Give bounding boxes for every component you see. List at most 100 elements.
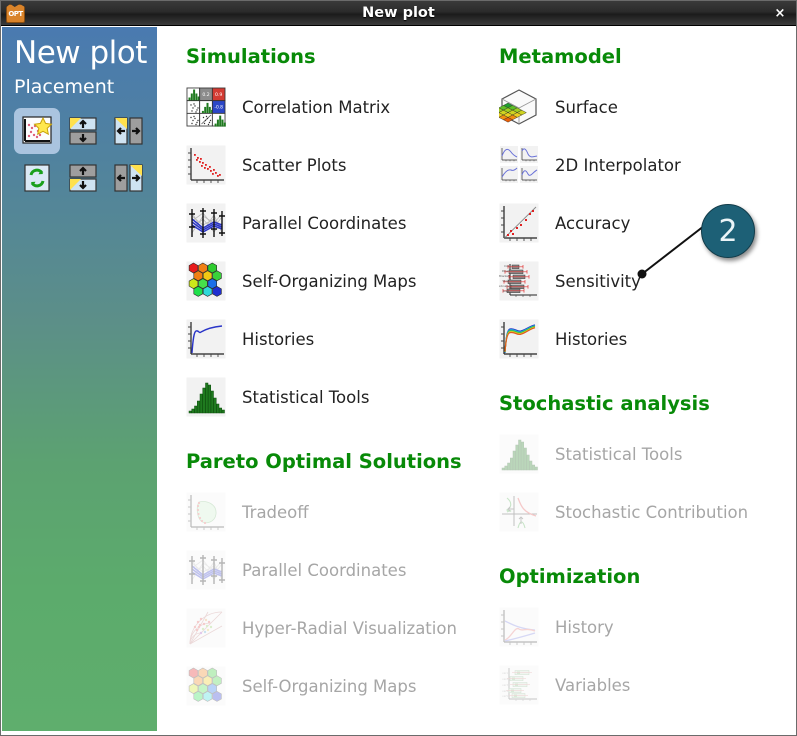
placement-split-right[interactable] xyxy=(106,108,152,154)
plot-option-label: 2D Interpolator xyxy=(555,155,681,175)
history-multi-icon xyxy=(499,319,539,359)
surface-3d-icon xyxy=(499,87,539,127)
plot-option-tradeoff: Tradeoff xyxy=(186,483,496,541)
svg-text:Coil: Coil xyxy=(504,264,509,268)
svg-text:Thickness: Thickness xyxy=(499,284,510,288)
plot-option-parallel-coordinates[interactable]: Parallel Coordinates xyxy=(186,194,496,252)
plot-option-label: Stochastic Contribution xyxy=(555,502,749,522)
plot-option-label: Correlation Matrix xyxy=(242,97,391,117)
sidebar: New plot Placement xyxy=(2,27,157,731)
placement-split-below[interactable] xyxy=(60,108,106,154)
tradeoff-icon xyxy=(186,492,226,532)
plot-option-label: History xyxy=(555,617,614,637)
svg-text:Wing: Wing xyxy=(502,279,509,283)
plot-option-label: Parallel Coordinates xyxy=(242,560,407,580)
split-vertical-left-icon xyxy=(112,115,146,147)
sidebar-title: New plot xyxy=(14,35,147,71)
plot-option-label: Hyper-Radial Visualization xyxy=(242,618,457,638)
left-column: Simulations 0.2 0.9 -0.8 Correlation Mat… xyxy=(186,27,496,715)
window-title: New plot xyxy=(362,5,435,21)
placement-new-window[interactable] xyxy=(14,107,60,154)
svg-text:Load: Load xyxy=(503,289,510,293)
placement-split-above[interactable] xyxy=(60,155,106,201)
interpolator-2d-icon xyxy=(499,145,539,185)
parallel-coordinates-icon xyxy=(186,203,226,243)
histogram-icon xyxy=(499,434,539,474)
close-icon[interactable]: × xyxy=(772,5,788,21)
new-plot-dialog: OPT New plot × New plot Placement Simula… xyxy=(0,0,797,736)
plot-option-statistical-tools: Statistical Tools xyxy=(499,425,794,483)
correlation-matrix-icon: 0.2 0.9 -0.8 xyxy=(186,87,226,127)
parallel-coordinates-icon xyxy=(186,550,226,590)
stochastic-contribution-icon xyxy=(499,492,539,532)
plot-option-correlation-matrix[interactable]: 0.2 0.9 -0.8 Correlation Matrix xyxy=(186,78,496,136)
self-organizing-map-icon xyxy=(186,666,226,706)
plot-option-label: Sensitivity xyxy=(555,271,641,291)
plot-option-label: Variables xyxy=(555,675,631,695)
svg-text:var2: var2 xyxy=(502,677,508,681)
plot-option-variables: var1 var2 var3 var4 var5 Variables xyxy=(499,656,794,714)
plot-option-label: Self-Organizing Maps xyxy=(242,271,417,291)
placement-button-group xyxy=(14,107,157,202)
svg-text:var5: var5 xyxy=(502,694,508,698)
right-column: Metamodel Surface 2D Interpolator Accura… xyxy=(499,27,794,714)
svg-text:0.2: 0.2 xyxy=(202,92,209,98)
plot-option-hyper-radial-visualization: Hyper-Radial Visualization xyxy=(186,599,496,657)
plot-option-label: Accuracy xyxy=(555,213,631,233)
plot-option-label: Histories xyxy=(242,329,315,349)
plot-option-label: Scatter Plots xyxy=(242,155,347,175)
placement-replace[interactable] xyxy=(14,155,60,201)
plot-option-self-organizing-maps[interactable]: Self-Organizing Maps xyxy=(186,252,496,310)
self-organizing-map-icon xyxy=(186,261,226,301)
section-header-simulations: Simulations xyxy=(186,45,316,68)
plot-option-accuracy[interactable]: Accuracy xyxy=(499,194,794,252)
svg-text:0.9: 0.9 xyxy=(215,92,222,98)
hyper-radial-icon xyxy=(186,608,226,648)
plot-option-scatter-plots[interactable]: Scatter Plots xyxy=(186,136,496,194)
accuracy-icon xyxy=(499,203,539,243)
plot-option-label: Parallel Coordinates xyxy=(242,213,407,233)
plot-option-label: Histories xyxy=(555,329,628,349)
svg-text:Bracket: Bracket xyxy=(499,274,509,278)
plot-option-label: Self-Organizing Maps xyxy=(242,676,417,696)
placement-label: Placement xyxy=(14,75,115,98)
history-curve-icon xyxy=(186,319,226,359)
svg-text:Panel: Panel xyxy=(502,269,509,273)
histogram-icon xyxy=(186,377,226,417)
plot-option-histories[interactable]: Histories xyxy=(499,310,794,368)
plot-option-label: Surface xyxy=(555,97,618,117)
plot-option-2d-interpolator[interactable]: 2D Interpolator xyxy=(499,136,794,194)
plot-option-parallel-coordinates: Parallel Coordinates xyxy=(186,541,496,599)
svg-text:-0.8: -0.8 xyxy=(214,105,223,111)
section-header-optimization: Optimization xyxy=(499,565,641,588)
scatter-plot-icon xyxy=(186,145,226,185)
plot-type-content: Simulations 0.2 0.9 -0.8 Correlation Mat… xyxy=(157,27,796,731)
section-header-metamodel: Metamodel xyxy=(499,45,622,68)
plot-option-history: History xyxy=(499,598,794,656)
plot-option-label: Tradeoff xyxy=(242,502,309,522)
plot-option-histories[interactable]: Histories xyxy=(186,310,496,368)
split-vertical-right-icon xyxy=(112,162,146,194)
svg-text:var3: var3 xyxy=(502,683,508,687)
optimization-history-icon xyxy=(499,607,539,647)
variables-bar-icon: var1 var2 var3 var4 var5 xyxy=(499,665,539,705)
plot-option-surface[interactable]: Surface xyxy=(499,78,794,136)
plot-option-self-organizing-maps: Self-Organizing Maps xyxy=(186,657,496,715)
sensitivity-icon: CoilPanel BracketWing ThicknessLoad xyxy=(499,261,539,301)
title-bar: OPT New plot × xyxy=(1,1,796,26)
plot-option-label: Statistical Tools xyxy=(242,387,370,407)
svg-text:var4: var4 xyxy=(502,689,508,693)
placement-split-left[interactable] xyxy=(106,155,152,201)
plot-option-stochastic-contribution: Stochastic Contribution xyxy=(499,483,794,541)
plot-option-sensitivity[interactable]: CoilPanel BracketWing ThicknessLoad Sens… xyxy=(499,252,794,310)
split-horizontal-bottom-icon xyxy=(66,162,100,194)
plot-option-label: Statistical Tools xyxy=(555,444,683,464)
opt-app-icon: OPT xyxy=(6,4,25,23)
split-horizontal-top-icon xyxy=(66,115,100,147)
plot-option-statistical-tools[interactable]: Statistical Tools xyxy=(186,368,496,426)
section-header-pareto-optimal-solutions: Pareto Optimal Solutions xyxy=(186,450,462,473)
new-plot-star-icon xyxy=(20,115,54,147)
svg-text:var1: var1 xyxy=(502,671,508,675)
section-header-stochastic-analysis: Stochastic analysis xyxy=(499,392,710,415)
refresh-replace-icon xyxy=(20,162,54,194)
